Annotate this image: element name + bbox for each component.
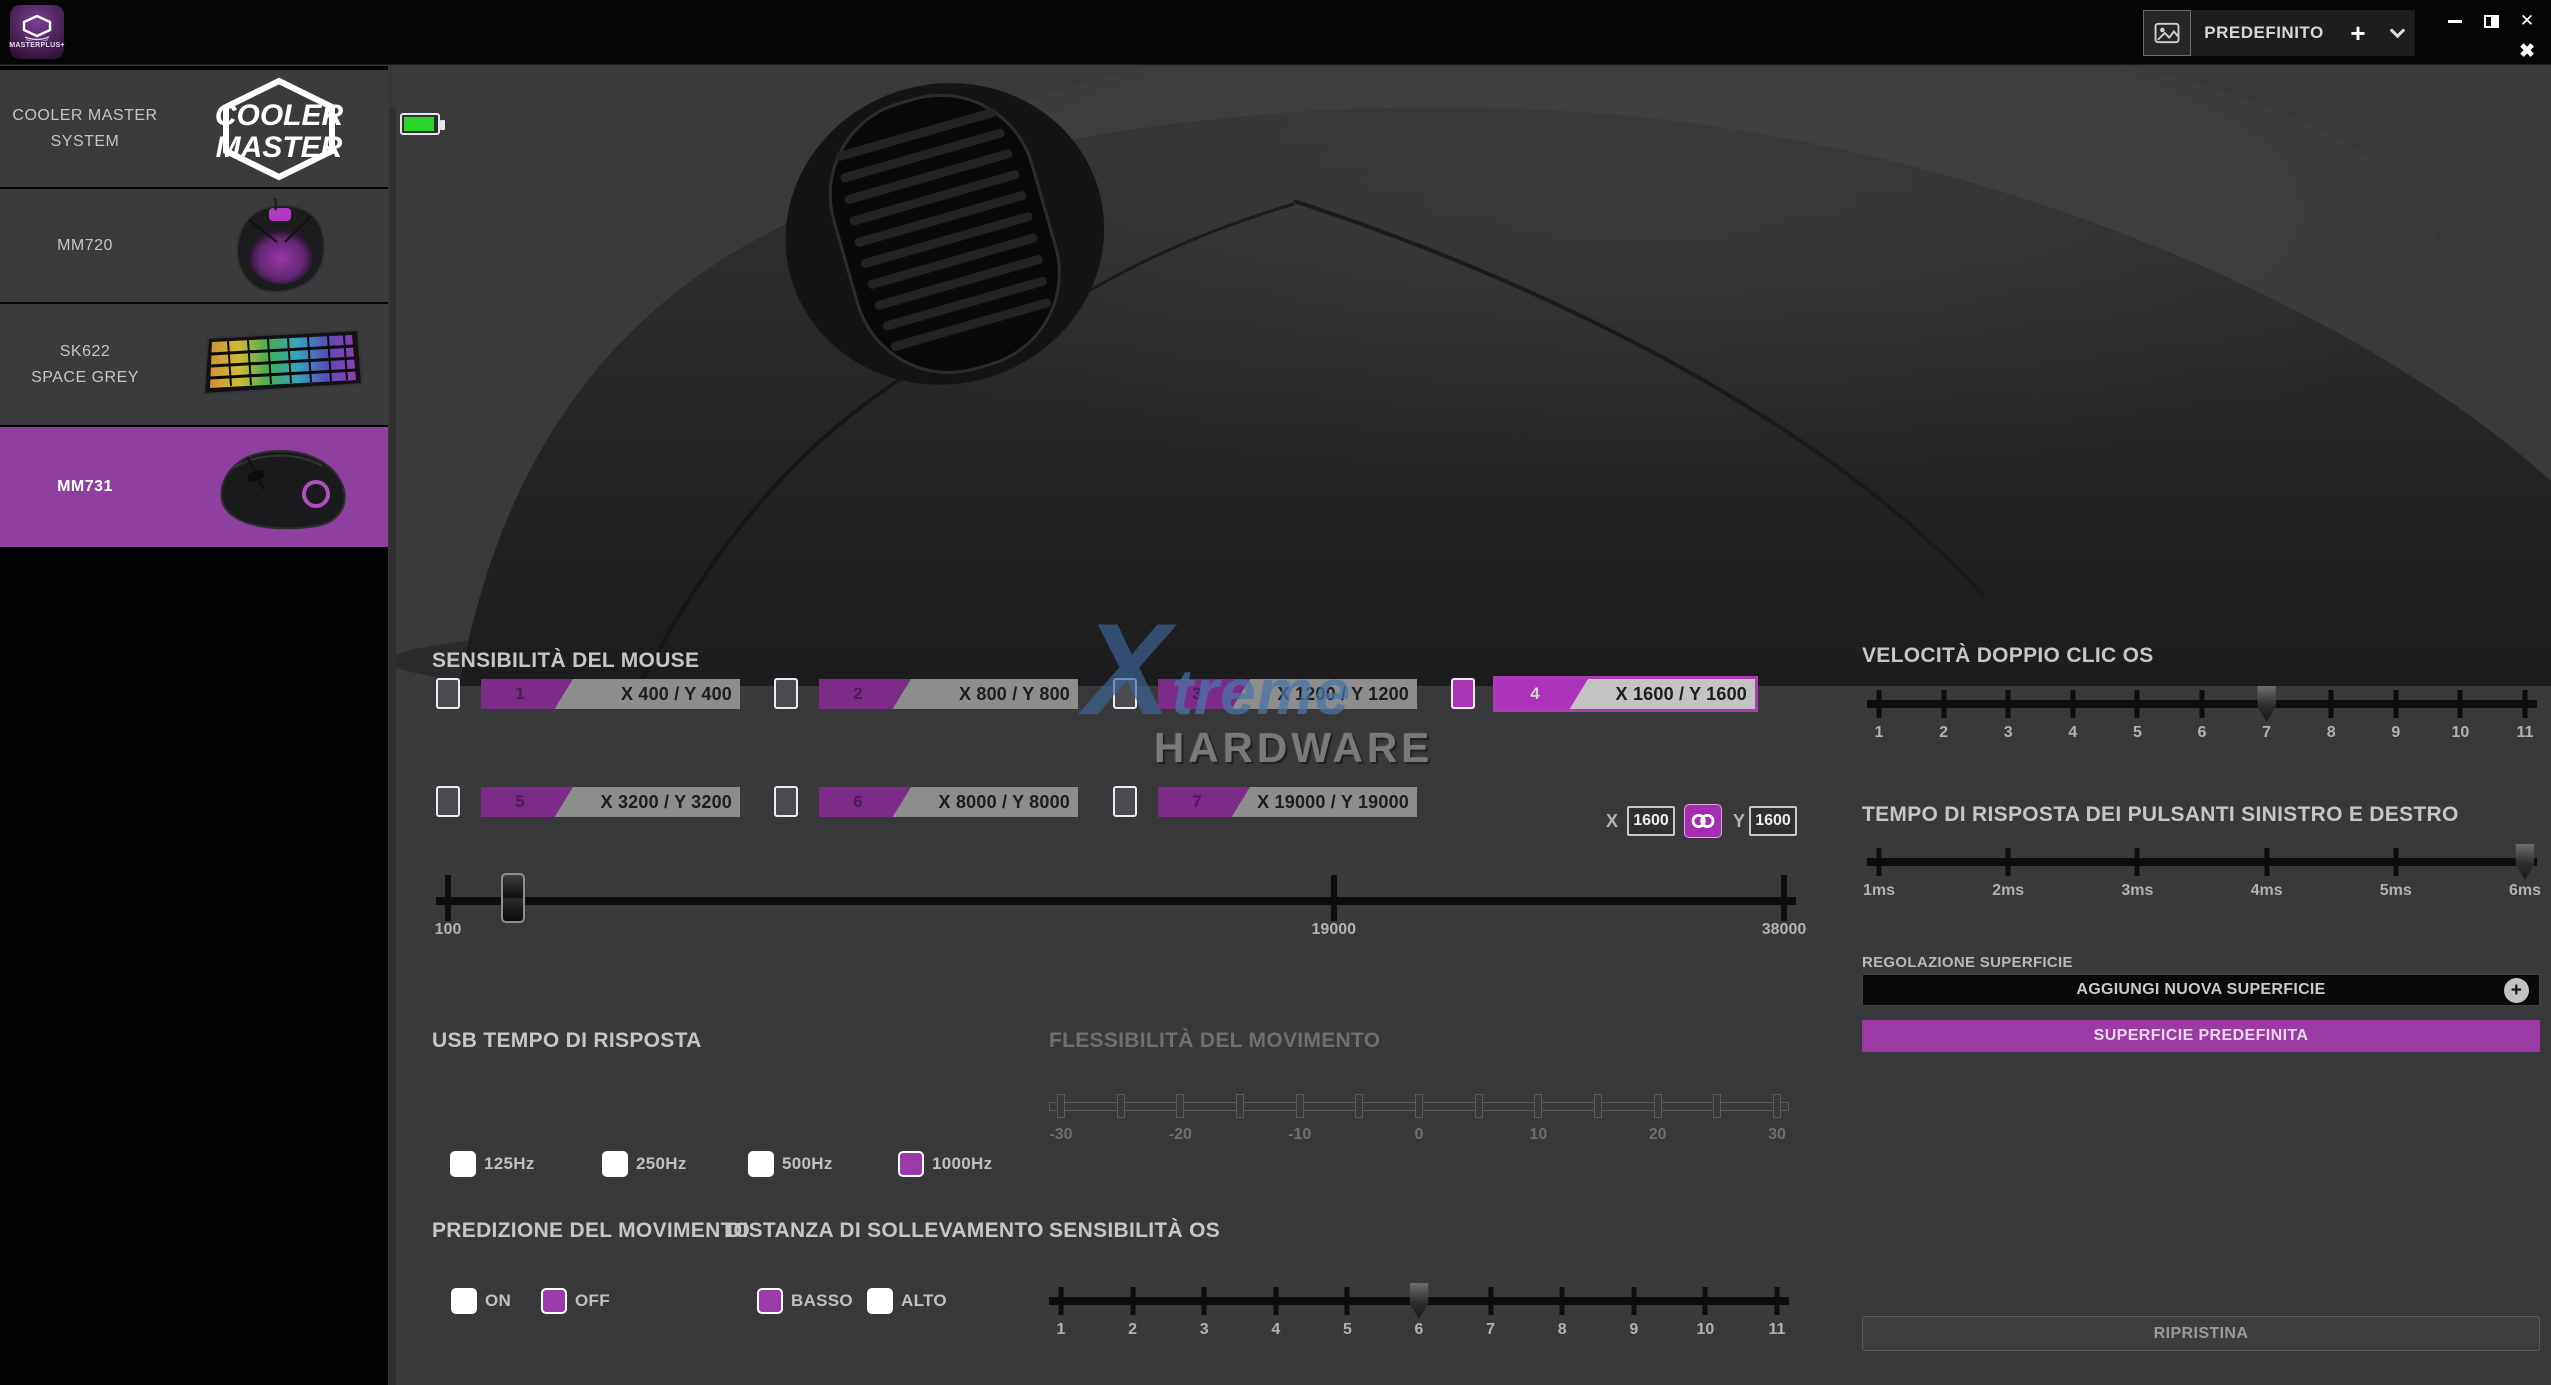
profile-name[interactable]: PREDEFINITO [2191,10,2337,56]
dpi-checkbox-5[interactable] [436,786,460,817]
lift-option-alto[interactable]: ALTO [867,1288,947,1314]
performance-panel: SENSIBILITÀ DEL MOUSE 1 X 400 / Y 400 2 … [389,66,2551,1385]
sidebar-item-mm731[interactable]: MM731 [0,427,388,547]
dpi-checkbox-3[interactable] [1113,678,1137,709]
device-sidebar: COOLER MASTER SYSTEM COOLER MASTER MM720 [0,66,388,1385]
range-max-label: 38000 [1762,921,1807,939]
mm731-image [170,438,388,536]
dpi-checkbox-1[interactable] [436,678,460,709]
default-surface-button[interactable]: SUPERFICIE PREDEFINITA [1862,1020,2540,1052]
polling-checkbox-500hz[interactable] [748,1151,774,1177]
os-sensitivity-handle[interactable] [1408,1283,1430,1319]
minimize-button[interactable] [2445,12,2465,30]
usb-polling-title: USB TEMPO DI RISPOSTA [432,1029,702,1053]
profile-image-button[interactable] [2143,10,2191,56]
os-sensitivity-title: SENSIBILITÀ OS [1049,1219,1220,1243]
add-surface-plus-icon[interactable]: + [2504,978,2529,1003]
dpi-checkbox-7[interactable] [1113,786,1137,817]
masterplus-logo: MASTERPLUS+ [10,5,64,59]
double-click-slider[interactable]: 1234567891011 [1867,664,2537,754]
maximize-button[interactable] [2481,12,2501,30]
double-click-handle[interactable] [2256,686,2278,722]
sensitivity-title: SENSIBILITÀ DEL MOUSE [432,649,699,673]
dpi-range-slider[interactable]: 100 19000 38000 [436,861,1796,951]
battery-indicator [400,113,440,135]
dpi-button-3[interactable]: 3 X 1200 / Y 1200 [1158,679,1417,709]
lift-checkbox-basso[interactable] [757,1288,783,1314]
xy-link-button[interactable] [1684,804,1722,838]
add-surface-button[interactable]: AGGIUNGI NUOVA SUPERFICIE + [1862,974,2540,1006]
range-min-label: 100 [435,921,462,939]
masterplus-window: MASTERPLUS+ PREDEFINITO + ✕ ✖ WIRELESS T… [0,0,2551,1385]
dpi-checkbox-6[interactable] [774,786,798,817]
window-controls: ✕ [2445,12,2537,30]
prediction-checkbox-on[interactable] [451,1288,477,1314]
prediction-option-on[interactable]: ON [451,1288,511,1314]
button-response-handle[interactable] [2514,844,2536,880]
image-icon [2154,21,2180,45]
lift-off-title: DISTANZA DI SOLLEVAMENTO [727,1219,1044,1243]
y-label: Y [1733,811,1745,832]
add-profile-button[interactable]: + [2337,10,2379,56]
dpi-button-7[interactable]: 7 X 19000 / Y 19000 [1158,787,1417,817]
x-dpi-input[interactable] [1627,806,1675,836]
profile-expand-button[interactable] [2379,10,2415,56]
masterplus-hex-icon [22,15,52,41]
prediction-option-off[interactable]: OFF [541,1288,610,1314]
polling-option-250hz[interactable]: 250Hz [602,1151,687,1177]
os-sensitivity-slider[interactable]: 1234567891011 [1049,1261,1789,1351]
prediction-checkbox-off[interactable] [541,1288,567,1314]
sk622-image [170,328,388,402]
polling-option-1000hz[interactable]: 1000Hz [898,1151,992,1177]
restore-button[interactable]: RIPRISTINA [1862,1316,2540,1351]
svg-text:MASTER: MASTER [216,131,343,164]
app-name: MASTERPLUS+ [9,42,65,49]
dpi-button-5[interactable]: 5 X 3200 / Y 3200 [481,787,740,817]
sidebar-item-mm720[interactable]: MM720 [0,189,388,302]
lift-checkbox-alto[interactable] [867,1288,893,1314]
dpi-slider-handle[interactable] [501,873,525,923]
sidebar-item-cooler-master-system[interactable]: COOLER MASTER SYSTEM COOLER MASTER [0,70,388,187]
lift-option-basso[interactable]: BASSO [757,1288,853,1314]
svg-text:COOLER: COOLER [215,99,344,132]
dpi-button-4[interactable]: 4 X 1600 / Y 1600 [1496,679,1755,709]
dpi-button-1[interactable]: 1 X 400 / Y 400 [481,679,740,709]
dpi-checkbox-2[interactable] [774,678,798,709]
prediction-title: PREDIZIONE DEL MOVIMENTO [432,1219,750,1243]
battery-level [404,117,434,131]
dpi-checkbox-4[interactable] [1451,678,1475,709]
movement-flex-slider: -30-20-100102030 [1049,1066,1789,1156]
sidebar-item-sk622[interactable]: SK622SPACE GREY [0,304,388,425]
y-dpi-input[interactable] [1749,806,1797,836]
close-button[interactable]: ✕ [2517,12,2537,30]
movement-flex-title: FLESSIBILITÀ DEL MOVIMENTO [1049,1029,1380,1053]
titlebar: MASTERPLUS+ PREDEFINITO + ✕ ✖ [0,0,2551,65]
range-mid-label: 19000 [1312,921,1357,939]
cooler-master-logo: COOLER MASTER [170,77,388,181]
polling-checkbox-125hz[interactable] [450,1151,476,1177]
link-icon [1690,813,1716,829]
mm720-image [170,198,388,294]
button-response-slider[interactable]: 1ms2ms3ms4ms5ms6ms [1867,822,2537,912]
polling-checkbox-1000hz[interactable] [898,1151,924,1177]
scroll-strip[interactable] [389,107,396,1385]
polling-option-500hz[interactable]: 500Hz [748,1151,833,1177]
x-label: X [1606,811,1618,832]
polling-option-125hz[interactable]: 125Hz [450,1151,535,1177]
profile-selector: PREDEFINITO + [2143,10,2415,56]
chevron-down-icon [2389,23,2405,39]
surface-title: REGOLAZIONE SUPERFICIE [1862,954,2073,971]
dpi-button-2[interactable]: 2 X 800 / Y 800 [819,679,1078,709]
dpi-button-6[interactable]: 6 X 8000 / Y 8000 [819,787,1078,817]
tools-icon[interactable]: ✖ [2519,40,2535,63]
mm731-product-photo [389,66,2551,686]
polling-checkbox-250hz[interactable] [602,1151,628,1177]
